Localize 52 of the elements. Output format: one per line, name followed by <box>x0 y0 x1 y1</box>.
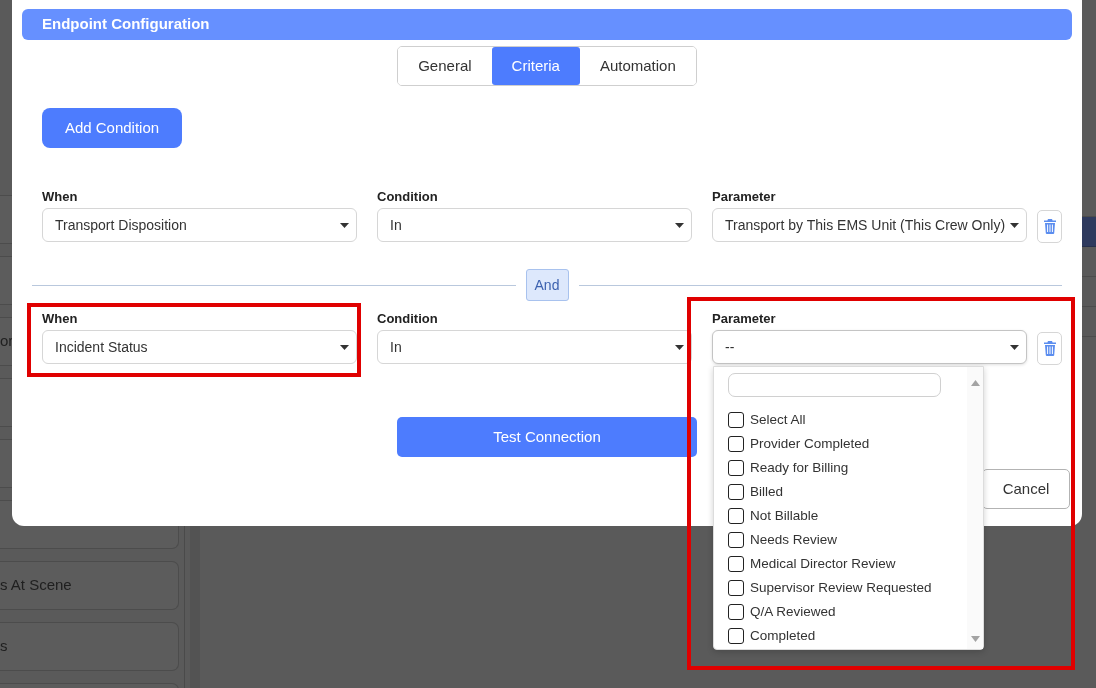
caret-icon <box>675 344 684 350</box>
select-field[interactable]: Transport Disposition <box>42 208 357 242</box>
status-option[interactable]: Q/A Reviewed <box>728 600 836 624</box>
field-label: Parameter <box>712 311 777 327</box>
status-option[interactable]: Ready for Billing <box>728 456 849 480</box>
checkbox-icon[interactable] <box>728 436 744 452</box>
trash-icon <box>1043 219 1056 234</box>
caret-icon <box>1010 344 1019 350</box>
trash-icon <box>1043 341 1056 356</box>
status-option[interactable]: Supervisor Review Requested <box>728 576 932 600</box>
field-label: When <box>42 189 79 205</box>
select-field[interactable]: -- <box>712 330 1027 364</box>
delete-button[interactable] <box>1037 332 1062 365</box>
caret-icon <box>340 344 349 350</box>
select-field[interactable]: Transport by This EMS Unit (This Crew Only) <box>712 208 1027 242</box>
cancel-button[interactable]: Cancel <box>982 469 1070 509</box>
field-label: Condition <box>377 311 439 327</box>
status-option[interactable]: Needs Review <box>728 528 838 552</box>
operator-badge: And <box>525 269 569 301</box>
tab[interactable]: Criteria <box>491 47 580 85</box>
caret-icon <box>675 222 684 228</box>
test-connection-button[interactable]: Test Connection <box>397 417 697 457</box>
field-label: Condition <box>377 189 439 205</box>
caret-icon <box>340 222 349 228</box>
status-option[interactable]: Completed <box>728 624 816 648</box>
status-option[interactable]: Not Billable <box>728 504 819 528</box>
checkbox-icon[interactable] <box>728 508 744 524</box>
checkbox-icon[interactable] <box>728 460 744 476</box>
card-label: s <box>0 636 8 657</box>
checkbox-icon[interactable] <box>728 412 744 428</box>
status-option[interactable]: Select All <box>728 408 806 432</box>
checkbox-icon[interactable] <box>728 556 744 572</box>
caret-icon <box>1010 222 1019 228</box>
modal-title: Endpoint Configuration <box>42 14 210 35</box>
select-field[interactable]: In <box>377 208 692 242</box>
select-field[interactable]: Incident Status <box>42 330 357 364</box>
card-label: s At Scene <box>0 575 72 596</box>
status-option[interactable]: Billed <box>728 480 784 504</box>
checkbox-icon[interactable] <box>728 580 744 596</box>
status-option[interactable]: Medical Director Review <box>728 552 896 576</box>
checkbox-icon[interactable] <box>728 628 744 644</box>
checkbox-icon[interactable] <box>728 604 744 620</box>
field-label: When <box>42 311 79 327</box>
add-condition-button[interactable]: Add Condition <box>42 108 182 148</box>
card-label: or <box>0 331 14 352</box>
select-field[interactable]: In <box>377 330 692 364</box>
search-field[interactable] <box>728 373 941 397</box>
field-label: Parameter <box>712 189 777 205</box>
checkbox-icon[interactable] <box>728 484 744 500</box>
checkbox-icon[interactable] <box>728 532 744 548</box>
delete-button[interactable] <box>1037 210 1062 243</box>
status-option[interactable]: Provider Completed <box>728 432 870 456</box>
